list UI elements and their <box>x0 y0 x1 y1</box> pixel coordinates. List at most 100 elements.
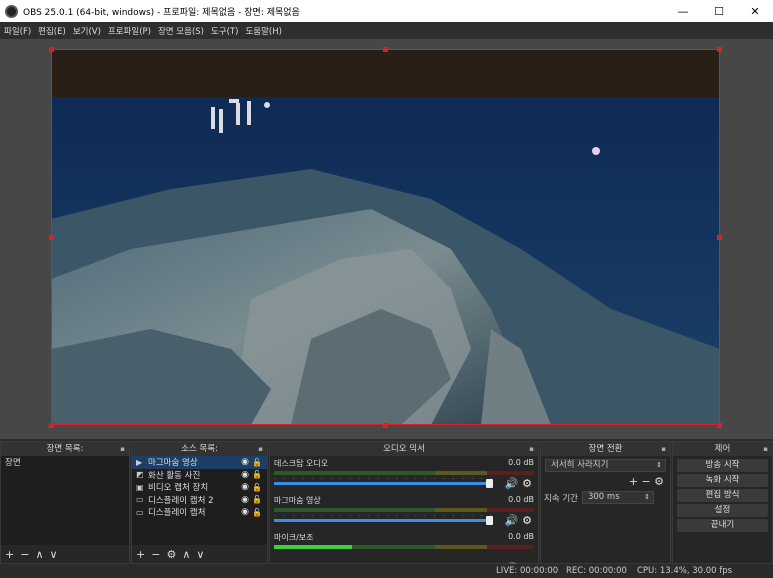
close-button[interactable]: ✕ <box>737 0 773 22</box>
gear-icon[interactable]: ⚙ <box>166 548 176 561</box>
controls-body: 방송 시작 녹화 시작 편집 방식 설정 끝내기 <box>673 456 772 563</box>
lock-icon[interactable]: 🔓 <box>252 458 262 467</box>
source-item[interactable]: ▣ 비디오 캡처 장치 ◉ 🔓 <box>132 481 267 494</box>
scene-label: 장면 <box>5 458 21 469</box>
resize-handle[interactable] <box>717 423 722 428</box>
channel-name: 데스크탑 오디오 <box>274 459 329 468</box>
exit-button[interactable]: 끝내기 <box>677 519 768 532</box>
settings-button[interactable]: 설정 <box>677 504 768 517</box>
mixer-channels: 데스크탑 오디오 0.0 dB - - - - - - - - - - - - -… <box>270 456 538 575</box>
preview-area[interactable] <box>0 39 773 439</box>
resize-handle[interactable] <box>49 235 54 240</box>
remove-icon[interactable]: − <box>151 548 160 561</box>
gear-icon[interactable]: ⚙ <box>654 475 664 488</box>
lock-icon[interactable]: 🔓 <box>252 508 262 517</box>
scenes-dock-title: 장면 목록: <box>1 442 129 456</box>
meter-ticks: - - - - - - - - - - - - - - - - - - - - … <box>274 476 495 481</box>
lock-icon[interactable]: 🔓 <box>252 483 262 492</box>
channel-db: 0.0 dB <box>508 532 534 541</box>
start-streaming-button[interactable]: 방송 시작 <box>677 459 768 472</box>
menu-help[interactable]: 도움말(H) <box>245 25 281 37</box>
source-label: 디스플레이 캡처 2 <box>148 495 214 506</box>
menu-scene-collection[interactable]: 장면 모음(S) <box>158 25 204 37</box>
start-recording-button[interactable]: 녹화 시작 <box>677 474 768 487</box>
volume-slider[interactable] <box>274 479 493 488</box>
remove-icon[interactable]: − <box>641 475 650 488</box>
channel-db: 0.0 dB <box>508 458 534 467</box>
audio-mixer-dock: 오디오 믹서 데스크탑 오디오 0.0 dB - - - - - - - - - … <box>269 441 539 575</box>
sources-toolbar: + − ⚙ ∧ ∨ <box>132 545 267 563</box>
move-down-icon[interactable]: ∨ <box>50 548 58 561</box>
menu-profile[interactable]: 프로파일(P) <box>108 25 151 37</box>
lock-icon[interactable]: 🔓 <box>252 495 262 504</box>
scene-transitions-dock: 장면 전환 서서히 사라지기 + − ⚙ 지속 기간 300 ms <box>540 441 671 564</box>
channel-name: 마그마숨 영상 <box>274 496 321 505</box>
image-icon: ◩ <box>136 470 144 480</box>
visibility-eye-icon[interactable]: ◉ <box>241 482 249 492</box>
duration-row: 지속 기간 300 ms <box>541 488 670 507</box>
channel-db: 0.0 dB <box>508 495 534 504</box>
source-item[interactable]: ◩ 화산 활동 사진 ◉ 🔓 <box>132 469 267 482</box>
visibility-eye-icon[interactable]: ◉ <box>241 457 249 467</box>
mixer-channel: 마그마숨 영상 0.0 dB - - - - - - - - - - - - - … <box>270 493 538 530</box>
resize-handle[interactable] <box>717 47 722 52</box>
scenes-list: 장면 <box>1 456 129 545</box>
meter-level <box>274 545 352 549</box>
visibility-eye-icon[interactable]: ◉ <box>241 507 249 517</box>
speaker-icon[interactable]: 🔊 <box>505 514 519 527</box>
duration-spinbox[interactable]: 300 ms <box>581 491 654 504</box>
move-down-icon[interactable]: ∨ <box>196 548 204 561</box>
remove-icon[interactable]: − <box>20 548 29 561</box>
volume-meter <box>274 545 534 549</box>
monitor-icon: ▭ <box>136 495 144 505</box>
visibility-eye-icon[interactable]: ◉ <box>241 495 249 505</box>
obs-logo-icon <box>5 4 18 18</box>
visibility-eye-icon[interactable]: ◉ <box>241 470 249 480</box>
monitor-icon: ▭ <box>136 507 144 517</box>
title-bar: OBS 25.0.1 (64-bit, windows) - 프로파일: 제목없… <box>0 0 773 22</box>
gear-icon[interactable]: ⚙ <box>522 514 532 527</box>
add-icon[interactable]: + <box>629 475 638 488</box>
resize-handle[interactable] <box>383 47 388 52</box>
studio-mode-button[interactable]: 편집 방식 <box>677 489 768 502</box>
maximize-button[interactable]: ☐ <box>701 0 737 22</box>
transitions-dock-title: 장면 전환 <box>541 442 670 456</box>
duration-label: 지속 기간 <box>544 493 578 504</box>
controls-dock-title: 제어 <box>673 442 772 456</box>
slider-knob[interactable] <box>486 516 493 525</box>
gear-icon[interactable]: ⚙ <box>522 477 532 490</box>
resize-handle[interactable] <box>383 423 388 428</box>
add-icon[interactable]: + <box>136 548 145 561</box>
source-item[interactable]: ▭ 디스플레이 캡처 2 ◉ 🔓 <box>132 494 267 507</box>
source-item[interactable]: ▭ 디스플레이 캡처 ◉ 🔓 <box>132 506 267 519</box>
sources-list: ▶ 마그마숨 영상 ◉ 🔓 ◩ 화산 활동 사진 ◉ 🔓 ▣ 비디오 캡처 장치 ◉… <box>132 456 267 545</box>
speaker-icon[interactable]: 🔊 <box>505 477 519 490</box>
volume-meter <box>274 508 534 512</box>
mixer-channel: 데스크탑 오디오 0.0 dB - - - - - - - - - - - - -… <box>270 456 538 493</box>
source-item[interactable]: ▶ 마그마숨 영상 ◉ 🔓 <box>132 456 267 469</box>
resize-handle[interactable] <box>717 235 722 240</box>
mixer-channel: 마이크/보조0.0 dB 🔊 ⚙ <box>270 530 538 575</box>
resize-handle[interactable] <box>49 47 54 52</box>
resize-handle[interactable] <box>49 423 54 428</box>
move-up-icon[interactable]: ∧ <box>35 548 43 561</box>
menu-tools[interactable]: 도구(T) <box>211 25 238 37</box>
rec-status: REC: 00:00:00 <box>566 566 627 576</box>
minimize-button[interactable]: — <box>665 0 701 22</box>
add-icon[interactable]: + <box>5 548 14 561</box>
lock-icon[interactable]: 🔓 <box>252 470 262 479</box>
volume-slider[interactable] <box>274 516 493 525</box>
video-capture-icon: ▣ <box>136 482 144 492</box>
menu-edit[interactable]: 편집(E) <box>38 25 66 37</box>
status-bar: LIVE: 00:00:00 REC: 00:00:00 CPU: 13.4%,… <box>0 564 773 578</box>
window-title: OBS 25.0.1 (64-bit, windows) - 프로파일: 제목없… <box>23 7 300 18</box>
transition-select[interactable]: 서서히 사라지기 <box>545 459 666 472</box>
slider-knob[interactable] <box>486 479 493 488</box>
source-label: 마그마숨 영상 <box>148 458 198 469</box>
menu-file[interactable]: 파일(F) <box>4 25 31 37</box>
scene-item[interactable]: 장면 <box>1 456 129 469</box>
move-up-icon[interactable]: ∧ <box>182 548 190 561</box>
source-selection-box[interactable] <box>51 49 720 425</box>
volume-meter <box>274 471 534 475</box>
menu-view[interactable]: 보기(V) <box>73 25 101 37</box>
